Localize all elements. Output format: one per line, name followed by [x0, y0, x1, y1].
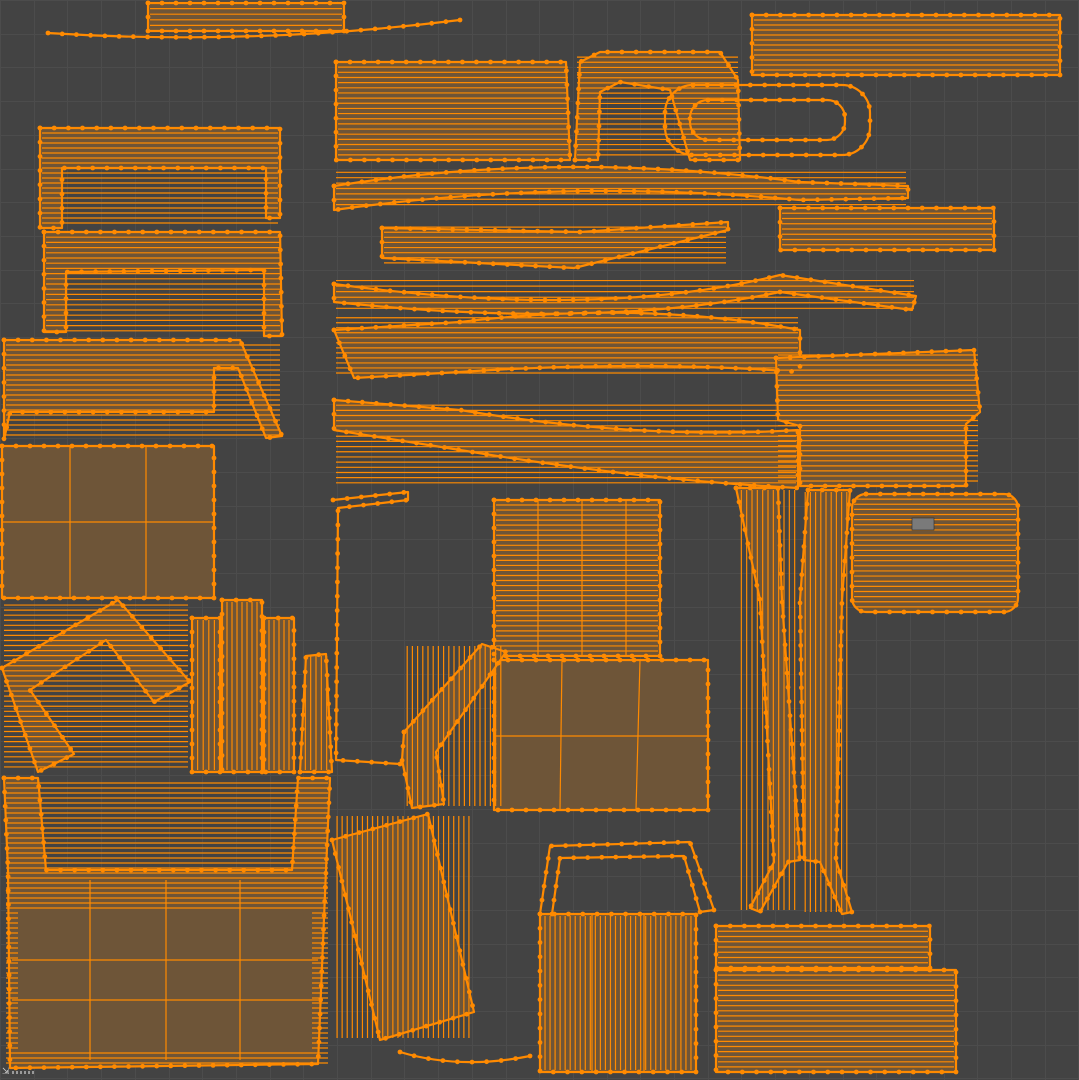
uv-island-top-right-plank[interactable] — [750, 13, 1062, 77]
uv-island-left-chevron[interactable] — [0, 598, 192, 774]
uv-island-center-big-square[interactable] — [492, 658, 710, 812]
uv-island-curved-handle[interactable] — [573, 50, 742, 162]
uv-island-angled-arm[interactable] — [400, 642, 508, 810]
uv-island-wavy-band-1[interactable] — [332, 273, 918, 315]
uv-island-top-thin-bar[interactable] — [47, 1, 461, 39]
uv-island-long-curved-strip[interactable] — [332, 165, 910, 212]
corner-resize-widget[interactable]: ⇲ — [2, 1066, 36, 1078]
uv-island-wavy-band-3[interactable] — [332, 398, 800, 490]
uv-island-tilted-plank[interactable] — [330, 812, 531, 1064]
uv-island-left-upper-frame[interactable] — [38, 126, 282, 230]
uv-canvas[interactable] — [0, 0, 1079, 1080]
resize-arrow-icon: ⇲ — [2, 1067, 10, 1077]
uv-island-left-bent-piece[interactable] — [2, 338, 284, 442]
uv-island-left-middle-frame[interactable] — [42, 230, 284, 338]
uv-island-thin-strip[interactable] — [380, 220, 730, 270]
uv-island-small-rect-right[interactable] — [778, 206, 996, 252]
uv-island-thin-pole[interactable] — [332, 490, 410, 766]
pinned-uv-patch — [911, 517, 935, 531]
corner-dots — [11, 1070, 34, 1074]
uv-island-bottom-left-panel[interactable] — [2, 776, 332, 1070]
uv-island-right-box[interactable] — [774, 348, 982, 488]
uv-island-long-leg-right[interactable] — [798, 488, 854, 916]
uv-island-center-tall-grid[interactable] — [492, 498, 662, 658]
uv-island-upper-plank[interactable] — [334, 60, 572, 162]
uv-island-right-cushion[interactable] — [850, 492, 1020, 614]
uv-editor-viewport[interactable]: ⇲ — [0, 0, 1079, 1080]
uv-island-left-big-square[interactable] — [0, 444, 216, 600]
uv-island-bottom-right-planks[interactable] — [714, 924, 958, 1074]
